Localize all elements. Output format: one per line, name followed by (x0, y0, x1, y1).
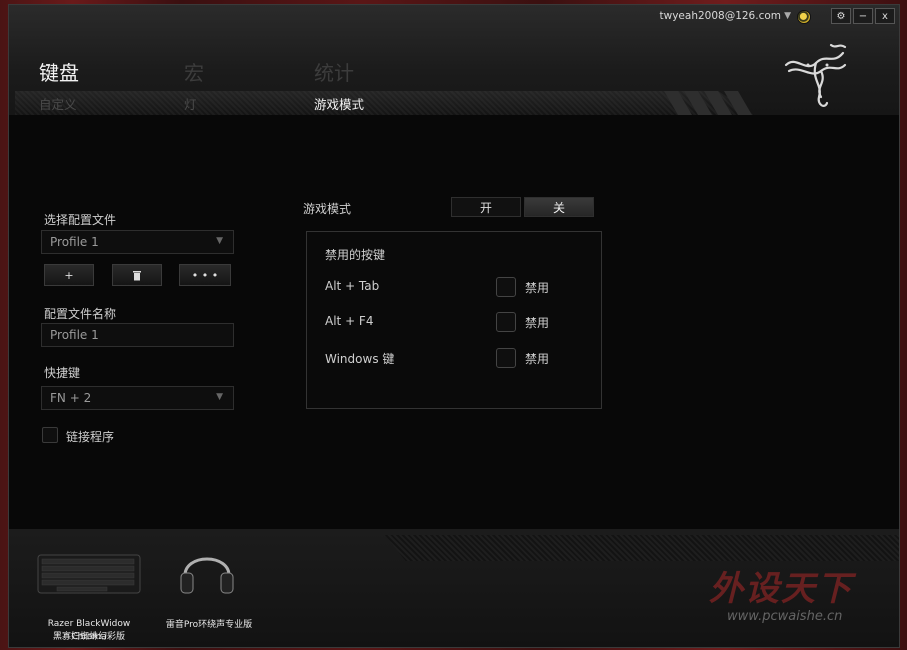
profile-name-label: 配置文件名称 (44, 307, 117, 321)
select-profile-label: 选择配置文件 (44, 213, 117, 227)
link-program-checkbox[interactable] (42, 427, 58, 443)
disable-alt-tab-checkbox[interactable] (496, 277, 516, 297)
link-program-label: 链接程序 (66, 430, 115, 444)
user-email[interactable]: twyeah2008@126.com (660, 10, 782, 22)
keyboard-icon (37, 554, 141, 594)
chevron-down-icon: ▼ (216, 392, 223, 402)
hotkey-dropdown-value: FN + 2 (50, 391, 92, 405)
trash-icon (133, 270, 141, 280)
hotkey-dropdown[interactable]: FN + 2 ▼ (41, 386, 234, 410)
device-keyboard-line2: 黑寡妇蜘蛛幻彩版 (52, 632, 125, 642)
device-headset-line1: 雷音Pro环绕声专业版 (165, 620, 253, 630)
game-mode-label: 游戏模式 (303, 202, 352, 216)
subtab-game-mode[interactable]: 游戏模式 (314, 94, 364, 113)
chevron-down-icon: ▼ (216, 236, 223, 246)
settings-button[interactable]: ⚙ (831, 8, 851, 24)
sub-tab-bar (15, 91, 755, 115)
footer-decorative-band (385, 535, 899, 561)
key-name-alt-f4: Alt + F4 (325, 314, 374, 328)
tab-macro[interactable]: 宏 (184, 57, 204, 86)
disable-alt-f4-label: 禁用 (525, 316, 550, 330)
profile-name-field[interactable]: Profile 1 (41, 323, 234, 347)
disabled-keys-title: 禁用的按键 (325, 248, 386, 262)
disable-windows-checkbox[interactable] (496, 348, 516, 368)
decorative-stripes (664, 91, 752, 115)
synapse-window: twyeah2008@126.com ▼ ⚙ − x 键盘 宏 统计 自定义 灯… (8, 4, 900, 648)
watermark-text: 外设天下 (709, 569, 853, 609)
game-mode-on-button[interactable]: 开 (451, 197, 521, 217)
tab-keyboard[interactable]: 键盘 (39, 57, 79, 86)
watermark-url: www.pcwaishe.cn (727, 609, 843, 624)
razer-logo-icon (784, 43, 847, 107)
hotkey-label: 快捷键 (44, 366, 81, 380)
profile-name-value: Profile 1 (50, 328, 99, 342)
profile-dropdown-value: Profile 1 (50, 235, 99, 249)
header: twyeah2008@126.com ▼ ⚙ − x 键盘 宏 统计 自定义 灯… (9, 5, 899, 115)
close-button[interactable]: x (875, 8, 895, 24)
gear-icon: ⚙ (836, 10, 846, 22)
disable-alt-f4-checkbox[interactable] (496, 312, 516, 332)
delete-profile-button[interactable] (112, 264, 162, 286)
subtab-customize[interactable]: 自定义 (39, 94, 77, 113)
more-options-button[interactable]: • • • (179, 264, 231, 286)
status-icon[interactable] (797, 10, 811, 24)
key-name-windows: Windows 键 (325, 352, 395, 366)
key-name-alt-tab: Alt + Tab (325, 279, 380, 293)
device-keyboard[interactable]: Razer BlackWidow Chroma 黑寡妇蜘蛛幻彩版 (33, 545, 145, 642)
disable-windows-label: 禁用 (525, 352, 550, 366)
disable-alt-tab-label: 禁用 (525, 281, 550, 295)
device-headset[interactable]: 雷音Pro环绕声专业版 (159, 537, 259, 632)
subtab-lighting[interactable]: 灯 (184, 94, 197, 113)
minimize-button[interactable]: − (853, 8, 873, 24)
tab-stats[interactable]: 统计 (314, 57, 354, 86)
profile-dropdown[interactable]: Profile 1 ▼ (41, 230, 234, 254)
add-profile-button[interactable]: + (44, 264, 94, 286)
headset-icon (180, 557, 234, 594)
account-dropdown-icon[interactable]: ▼ (784, 11, 791, 21)
game-mode-off-button[interactable]: 关 (524, 197, 594, 217)
